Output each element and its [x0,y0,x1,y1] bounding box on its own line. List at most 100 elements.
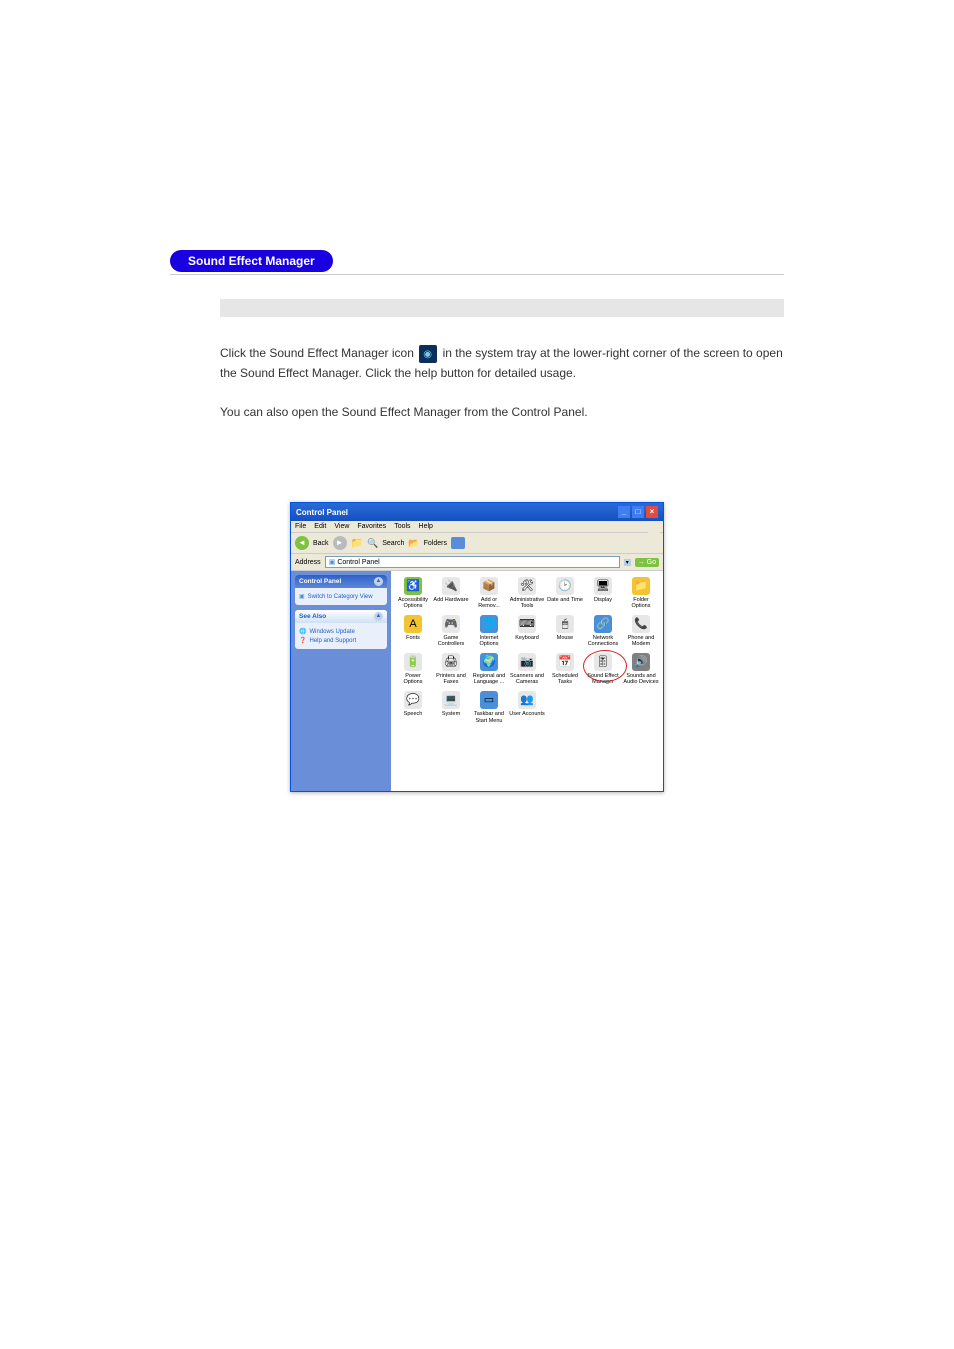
item-label: System [442,711,460,717]
cp-item-keyboard[interactable]: ⌨Keyboard [509,615,545,647]
item-label: User Accounts [509,711,544,717]
cp-item-network-connections[interactable]: 🔗Network Connections [585,615,621,647]
item-label: Date and Time [547,597,583,603]
cp-item-scanners-and-cameras[interactable]: 📷 Scanners and Cameras [509,653,545,685]
cp-item-scheduled-tasks[interactable]: 📅Scheduled Tasks [547,653,583,685]
side-pane: Control Panel ▲ ▣ Switch to Category Vie… [291,571,391,791]
cp-item-accessibility-options[interactable]: ♿ Accessibility Options [395,577,431,609]
item-icon: 🔋 [404,653,422,671]
item-label: Regional and Language ... [471,673,507,685]
cp-item-sound-effect-manager[interactable]: 🎚Sound Effect Manager [585,653,621,685]
cp-item-user-accounts[interactable]: 👥 User Accounts [509,691,545,723]
minimize-button[interactable]: _ [618,506,630,518]
item-icon: A [404,615,422,633]
back-button[interactable]: ◄ [295,536,309,550]
item-label: Game Controllers [433,635,469,647]
menu-view[interactable]: View [334,523,349,530]
cp-item-printers-and-faxes[interactable]: 🖨Printers and Faxes [433,653,469,685]
cp-item-add-hardware[interactable]: 🔌Add Hardware [433,577,469,609]
up-folder-icon[interactable]: 📁 [351,538,363,549]
cp-item-display[interactable]: 🖥Display [585,577,621,609]
item-icon: 📷 [518,653,536,671]
cp-item-add-or-remov-[interactable]: 📦Add or Remov... [471,577,507,609]
cp-item-fonts[interactable]: A Fonts [395,615,431,647]
pane-header-label: Control Panel [299,578,341,585]
cp-item-administrative-tools[interactable]: 🛠 Administrative Tools [509,577,545,609]
item-label: Sounds and Audio Devices [623,673,659,685]
cp-item-mouse[interactable]: 🖱Mouse [547,615,583,647]
cp-item-power-options[interactable]: 🔋Power Options [395,653,431,685]
item-label: Accessibility Options [395,597,431,609]
search-label: Search [382,540,404,547]
go-button[interactable]: → Go [635,558,659,567]
close-button[interactable]: × [646,506,658,518]
cp-item-regional-and-language-[interactable]: 🌍Regional and Language ... [471,653,507,685]
item-icon: 🛠 [518,577,536,595]
throbber-icon [648,523,660,535]
cp-item-folder-options[interactable]: 📁Folder Options [623,577,659,609]
item-label: Administrative Tools [509,597,545,609]
address-bar: Address ▣ Control Panel ▾ → Go [291,554,663,571]
address-value: Control Panel [337,559,379,566]
item-label: Scanners and Cameras [509,673,545,685]
menu-help[interactable]: Help [419,523,433,530]
item-icon: 📦 [480,577,498,595]
item-icon: 👥 [518,691,536,709]
item-label: Display [594,597,612,603]
control-panel-window: Control Panel _ □ × File Edit View Favor… [290,502,664,792]
item-icon: 🖨 [442,653,460,671]
question-icon: ❓ [299,637,306,644]
item-label: Mouse [557,635,574,641]
titlebar[interactable]: Control Panel _ □ × [291,503,663,521]
cp-item-date-and-time[interactable]: 🕑 Date and Time [547,577,583,609]
window-title: Control Panel [296,508,348,517]
item-icon: ▭ [480,691,498,709]
address-label: Address [295,559,321,566]
control-panel-pane: Control Panel ▲ ▣ Switch to Category Vie… [295,575,387,605]
item-label: Scheduled Tasks [547,673,583,685]
collapse-icon[interactable]: ▲ [374,577,383,586]
search-icon[interactable]: 🔍 [367,538,378,549]
item-label: Taskbar and Start Menu [471,711,507,723]
item-label: Phone and Modem [623,635,659,647]
cp-item-phone-and-modem[interactable]: 📞 Phone and Modem [623,615,659,647]
item-icon: 🕑 [556,577,574,595]
sound-effect-tray-icon [419,345,437,363]
switch-view-link[interactable]: ▣ Switch to Category View [299,593,383,600]
switch-icon: ▣ [299,593,305,600]
icon-area: ♿Accessibility Options🔌Add Hardware📦Add … [391,571,663,791]
collapse-icon[interactable]: ▲ [374,612,383,621]
cp-item-taskbar-and-start-menu[interactable]: ▭ Taskbar and Start Menu [471,691,507,723]
menu-favorites[interactable]: Favorites [357,523,386,530]
cp-item-speech[interactable]: 💬Speech [395,691,431,723]
item-icon: ♿ [404,577,422,595]
cp-item-sounds-and-audio-devices[interactable]: 🔊Sounds and Audio Devices [623,653,659,685]
cp-item-internet-options[interactable]: 🌐Internet Options [471,615,507,647]
item-icon: 🎚 [594,653,612,671]
item-label: Keyboard [515,635,539,641]
menu-edit[interactable]: Edit [314,523,326,530]
item-label: Speech [404,711,423,717]
menu-file[interactable]: File [295,523,306,530]
windows-update-link[interactable]: 🌐 Windows Update [299,628,383,635]
maximize-button[interactable]: □ [632,506,644,518]
see-also-pane: See Also ▲ 🌐 Windows Update ❓ Help and S… [295,610,387,649]
address-dropdown[interactable]: ▾ [624,559,631,566]
item-label: Fonts [406,635,420,641]
cp-item-game-controllers[interactable]: 🎮 Game Controllers [433,615,469,647]
section-title: Sound Effect Manager [170,250,333,272]
menu-tools[interactable]: Tools [394,523,410,530]
item-icon: 📞 [632,615,650,633]
paragraph-2: You can also open the Sound Effect Manag… [220,402,784,422]
menubar: File Edit View Favorites Tools Help [291,521,663,533]
views-button[interactable] [451,537,465,549]
back-label: Back [313,540,329,547]
address-input[interactable]: ▣ Control Panel [325,556,620,568]
forward-button[interactable]: ► [333,536,347,550]
folders-icon[interactable]: 📂 [408,538,419,549]
grey-bar [220,299,784,317]
help-support-link[interactable]: ❓ Help and Support [299,637,383,644]
item-icon: 🎮 [442,615,460,633]
cp-item-system[interactable]: 💻System [433,691,469,723]
item-label: Add Hardware [433,597,468,603]
